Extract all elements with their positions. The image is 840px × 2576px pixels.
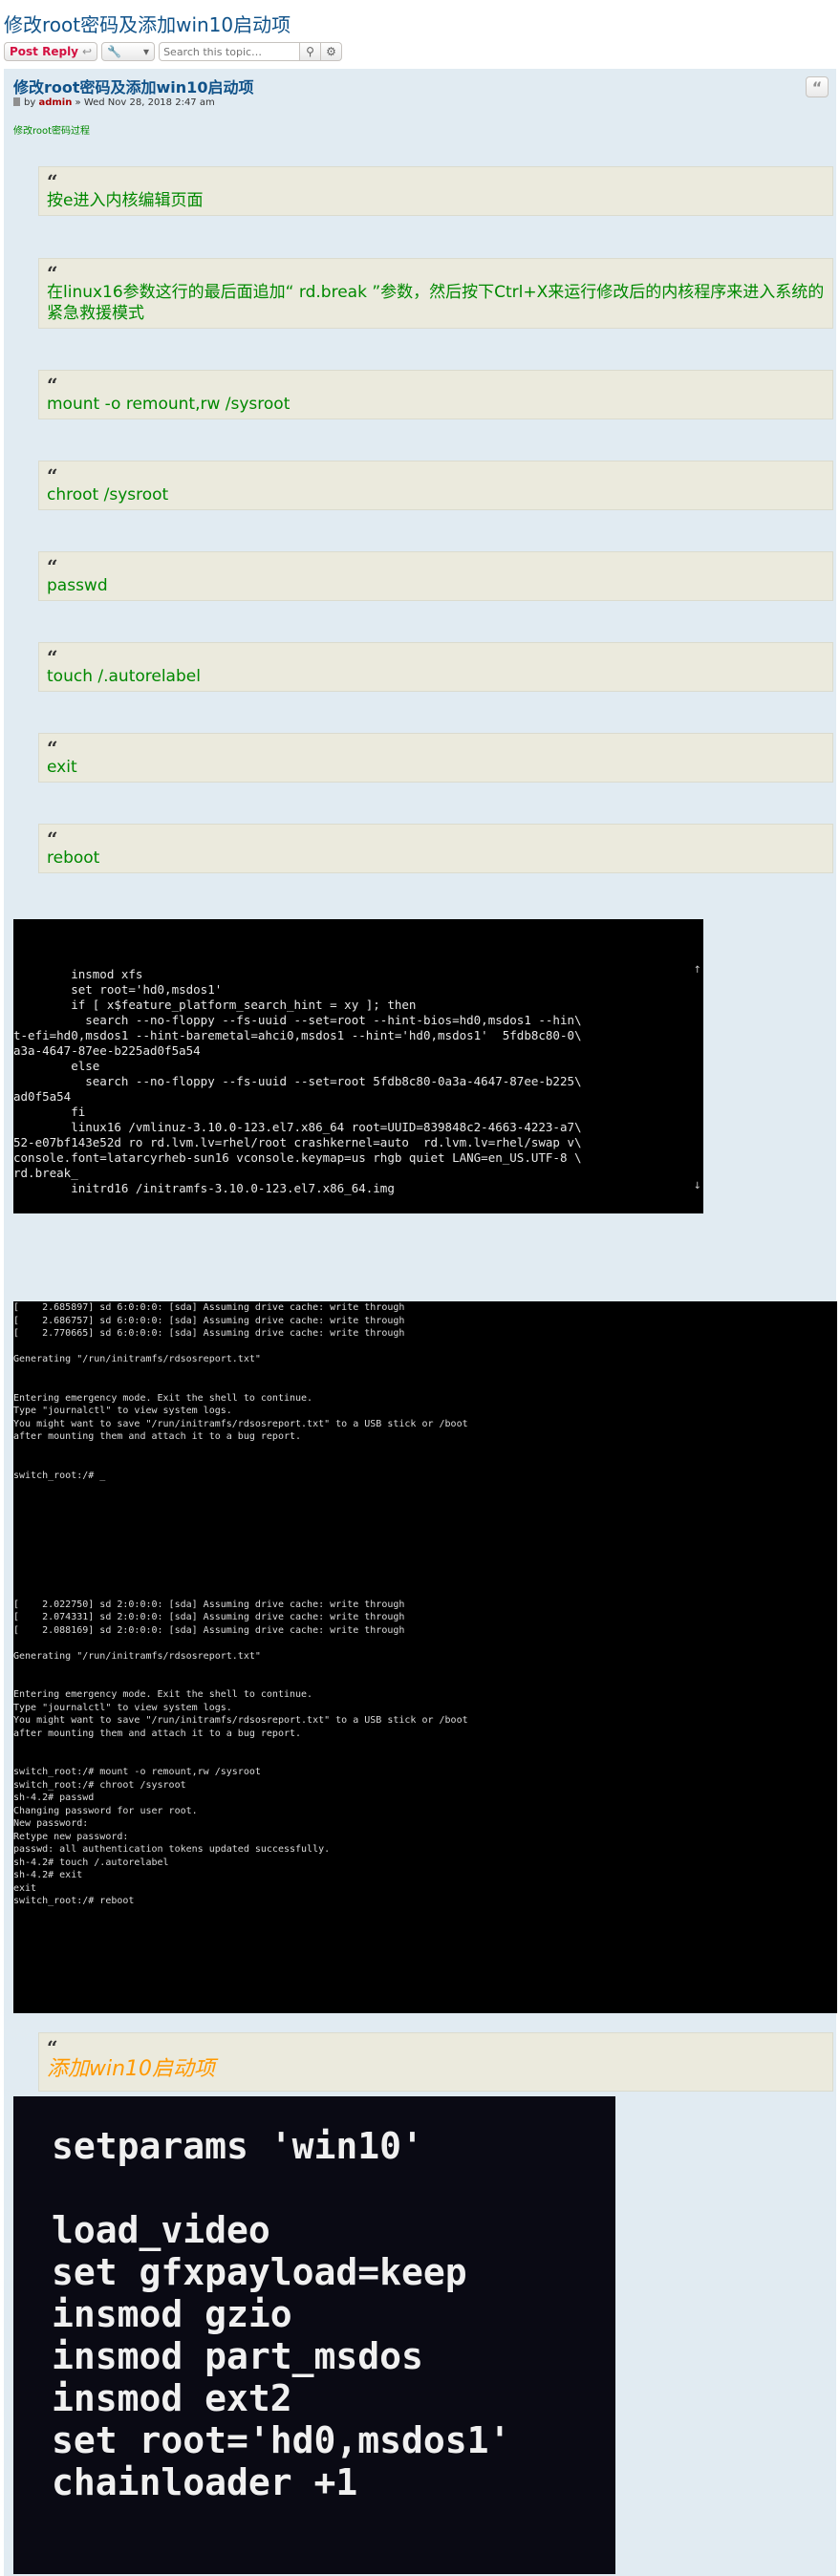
topic-search: ⚲ ⚙: [159, 42, 343, 61]
quote-mark-icon: “: [47, 555, 58, 578]
grub-edit-text: insmod xfs set root='hd0,msdos1' if [ x$…: [13, 967, 582, 1213]
post-author[interactable]: admin: [38, 97, 72, 108]
grub-edit-screenshot: insmod xfs set root='hd0,msdos1' if [ x$…: [13, 919, 703, 1213]
quote-text-win10: 添加win10启动项: [47, 2057, 216, 2081]
post-title[interactable]: 修改root密码及添加win10启动项: [13, 75, 253, 97]
quote-block: “ reboot: [38, 824, 833, 873]
quote-text: exit: [47, 758, 77, 777]
quote-mark-icon: “: [47, 2036, 58, 2059]
quote-block: “ 按e进入内核编辑页面: [38, 166, 833, 216]
quote-mark-icon: “: [47, 646, 58, 669]
quote-block: “ 在linux16参数这行的最后面追加“ rd.break ”参数，然后按下C…: [38, 258, 833, 329]
post-reply-label: Post Reply: [10, 45, 78, 58]
quote-text: reboot: [47, 848, 100, 868]
reply-arrow-icon: ↩: [82, 45, 93, 58]
post-meta: by admin » Wed Nov 28, 2018 2:47 am: [13, 97, 215, 108]
quote-block: “ mount -o remount,rw /sysroot: [38, 370, 833, 419]
topic-title[interactable]: 修改root密码及添加win10启动项: [4, 10, 291, 37]
post: “ 修改root密码及添加win10启动项 by admin » Wed Nov…: [4, 69, 837, 2576]
magnifier-icon: ⚲: [306, 45, 314, 58]
emergency-mode-screenshot: [ 2.685897] sd 6:0:0:0: [sda] Assuming d…: [13, 1301, 837, 2013]
quote-block: “ 添加win10启动项: [38, 2032, 833, 2092]
search-button[interactable]: ⚲: [300, 42, 322, 61]
quote-text: mount -o remount,rw /sysroot: [47, 395, 291, 414]
action-bar: Post Reply ↩ 🔧 ▾ ⚲ ⚙: [4, 40, 343, 63]
quote-block: “ chroot /sysroot: [38, 461, 833, 510]
quote-icon: “: [811, 77, 823, 97]
meta-separator: »: [75, 97, 81, 108]
topic-tools-button[interactable]: 🔧 ▾: [101, 42, 156, 61]
quote-mark-icon: “: [47, 170, 58, 193]
post-reply-button[interactable]: Post Reply ↩: [4, 42, 98, 61]
quote-block: “ exit: [38, 733, 833, 783]
quote-text: 按e进入内核编辑页面: [47, 191, 204, 210]
wrench-icon: 🔧: [107, 45, 122, 58]
quote-mark-icon: “: [47, 374, 58, 397]
scroll-up-arrow-icon: ↑: [693, 965, 701, 976]
quote-text: chroot /sysroot: [47, 485, 169, 504]
quote-mark-icon: “: [47, 464, 58, 487]
quote-text: 在linux16参数这行的最后面追加“ rd.break ”参数，然后按下Ctr…: [47, 283, 825, 323]
search-input[interactable]: [159, 42, 301, 61]
quote-mark-icon: “: [47, 827, 58, 850]
gear-icon: ⚙: [326, 45, 336, 58]
advanced-search-button[interactable]: ⚙: [321, 42, 343, 61]
by-label: by: [24, 97, 36, 108]
post-subtitle: 修改root密码过程: [13, 126, 91, 137]
post-date: Wed Nov 28, 2018 2:47 am: [83, 97, 215, 108]
grub-win10-text: setparams 'win10' load_video set gfxpayl…: [52, 2125, 511, 2503]
quote-mark-icon: “: [47, 262, 58, 285]
quote-text: passwd: [47, 576, 108, 595]
quote-block: “ passwd: [38, 551, 833, 601]
grub-win10-screenshot: setparams 'win10' load_video set gfxpayl…: [13, 2096, 615, 2574]
post-file-icon: [13, 97, 20, 106]
quote-text: touch /.autorelabel: [47, 667, 201, 686]
quote-mark-icon: “: [47, 737, 58, 760]
caret-down-icon: ▾: [143, 45, 150, 58]
quote-button[interactable]: “: [806, 76, 829, 97]
emergency-mode-text: [ 2.685897] sd 6:0:0:0: [sda] Assuming d…: [13, 1302, 468, 1906]
scroll-down-arrow-icon: ↓: [693, 1181, 701, 1191]
quote-block: “ touch /.autorelabel: [38, 642, 833, 692]
